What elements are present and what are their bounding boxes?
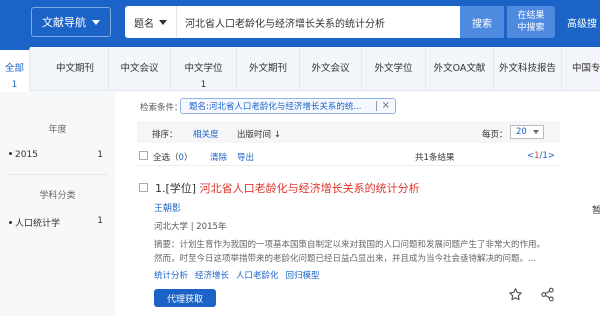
subject-filter-item[interactable]: 人口统计学 1: [9, 216, 103, 229]
year-filter-count: 1: [97, 150, 103, 160]
keyword-link[interactable]: 经济增长: [195, 269, 229, 281]
search-condition-tag[interactable]: 题名:河北省人口老龄化与经济增长关系的统... ×: [180, 98, 396, 114]
tab-label: 外文学位: [374, 63, 413, 74]
divider: [376, 101, 377, 111]
tab-label: 全部: [4, 63, 24, 74]
share-icon[interactable]: [540, 287, 555, 302]
search-field-label: 题名: [134, 18, 154, 30]
result-prefix: 1.[学位]: [155, 182, 200, 195]
keyword-link[interactable]: 人口老龄化: [236, 269, 279, 281]
favorite-star-icon[interactable]: [508, 287, 523, 302]
year-filter-item[interactable]: 2015 1: [9, 150, 103, 160]
resource-type-tabs: 全部 1 中文期刊 中文会议 中文学位 1 外文期刊 外文会议 外文学位 外文O…: [0, 47, 600, 91]
result-checkbox[interactable]: [139, 183, 148, 192]
total-results: 共1条结果: [415, 151, 454, 163]
result-author[interactable]: 王朝影: [154, 201, 181, 214]
tab-label: 外文OA文献: [433, 63, 486, 74]
close-icon[interactable]: ×: [382, 100, 390, 111]
result-title: 1.[学位] 河北省人口老龄化与经济增长关系的统计分析: [155, 180, 420, 196]
advanced-search-link[interactable]: 高级搜: [567, 15, 597, 30]
per-page-value: 20: [516, 127, 527, 137]
search-button[interactable]: 搜索: [460, 6, 504, 38]
tab-chinese-patents[interactable]: 中国专: [562, 47, 600, 91]
sort-by-relevance[interactable]: 相关度: [193, 128, 219, 140]
next-page-button[interactable]: >: [548, 151, 555, 161]
sort-by-publish-time[interactable]: 出版时间 ↓: [237, 128, 281, 140]
subject-filter-count: 1: [97, 216, 103, 226]
search-in-results-line2: 中搜索: [517, 23, 545, 33]
result-keywords: 统计分析 经济增长 人口老龄化 回归模型: [154, 269, 320, 281]
sort-label: 排序：: [152, 130, 178, 140]
keyword-link[interactable]: 回归模型: [286, 269, 320, 281]
subject-filter-label: 人口统计学: [15, 219, 61, 229]
abstract-line: 然而，时至今日这项举措带来的老龄化问题已经日益凸显出来，并且成为当今社会亟待解决…: [154, 254, 537, 264]
abstract-line: 摘要：计划生育作为我国的一项基本国策自制定以来对我国的人口问题和发展问题产生了非…: [154, 240, 546, 250]
tab-foreign-degrees[interactable]: 外文学位: [362, 47, 426, 91]
tab-label: 外文科技报告: [498, 63, 556, 74]
caret-down-icon: [533, 130, 539, 134]
filter-sidebar: 年度 2015 1 学科分类 人口统计学 1: [0, 92, 115, 316]
result-meta: 河北大学 | 2015年: [154, 222, 227, 232]
clear-selection-link[interactable]: 清除: [210, 151, 227, 163]
selection-bar: 全选（0） 清除 导出 共1条结果 <1/1>: [137, 148, 560, 166]
result-abstract: 摘要：计划生育作为我国的一项基本国策自制定以来对我国的人口问题和发展问题产生了非…: [154, 238, 554, 266]
sort-toolbar: 排序： 相关度 出版时间 ↓ 每页： 20: [137, 121, 560, 143]
tab-foreign-conferences[interactable]: 外文会议: [300, 47, 362, 91]
select-all-checkbox[interactable]: [139, 151, 148, 160]
per-page-label: 每页：: [482, 130, 508, 140]
tab-count: 1: [11, 80, 18, 90]
tab-label: 外文期刊: [248, 63, 287, 74]
search-input[interactable]: 河北省人口老龄化与经济增长关系的统计分析: [177, 6, 500, 38]
total-prefix: 共: [415, 153, 424, 163]
search-field-select[interactable]: 题名: [125, 6, 177, 38]
tab-label: 中文学位: [184, 63, 223, 74]
top-search-bar: 文献导航 题名 河北省人口老龄化与经济增长关系的统计分析 搜索 在结果 中搜索 …: [0, 0, 600, 47]
literature-nav-label: 文献导航: [42, 16, 86, 29]
tab-all[interactable]: 全部 1: [0, 47, 30, 91]
tab-foreign-oa[interactable]: 外文OA文献: [426, 47, 494, 91]
tab-count: 1: [200, 80, 207, 90]
chevron-down-icon: [92, 19, 100, 25]
tab-label: 中文期刊: [55, 63, 94, 74]
tab-foreign-tech-reports[interactable]: 外文科技报告: [494, 47, 562, 91]
select-all-label: 全选（0）: [153, 151, 192, 163]
total-pages: /1: [539, 151, 548, 161]
tab-chinese-conferences[interactable]: 中文会议: [109, 47, 171, 91]
tab-label: 外文会议: [311, 63, 350, 74]
tab-label: 中文会议: [120, 63, 159, 74]
search-in-results-line1: 在结果: [517, 11, 545, 21]
tab-label: 中国专: [572, 63, 600, 74]
tab-foreign-journals[interactable]: 外文期刊: [237, 47, 300, 91]
search-in-results-button[interactable]: 在结果 中搜索: [507, 6, 555, 38]
bullet-icon: [9, 221, 12, 224]
export-link[interactable]: 导出: [237, 151, 254, 163]
proxy-fetch-button[interactable]: 代理获取: [154, 289, 216, 307]
tab-chinese-journals[interactable]: 中文期刊: [42, 47, 109, 91]
search-box: 题名 河北省人口老龄化与经济增长关系的统计分析: [125, 6, 500, 38]
pager: <1/1>: [527, 151, 555, 161]
caret-down-icon: [159, 19, 167, 25]
bullet-icon: [9, 152, 12, 155]
right-panel-text: 暂: [592, 206, 600, 216]
per-page-select[interactable]: 20: [510, 125, 544, 139]
search-condition-text: 题名:河北省人口老龄化与经济增长关系的统...: [189, 102, 362, 112]
year-filter-title: 年度: [48, 125, 67, 135]
select-all-close: ）: [183, 153, 193, 163]
divider: [8, 174, 108, 175]
literature-nav-button[interactable]: 文献导航: [31, 7, 111, 37]
tab-chinese-degrees[interactable]: 中文学位 1: [171, 47, 237, 91]
result-title-link[interactable]: 河北省人口老龄化与经济增长关系的统计分析: [200, 182, 420, 195]
select-all-text: 全选（: [153, 153, 179, 163]
total-suffix: 条结果: [428, 153, 455, 163]
search-conditions-label: 检索条件：: [140, 103, 183, 113]
keyword-link[interactable]: 统计分析: [154, 269, 188, 281]
year-filter-label: 2015: [15, 150, 38, 160]
subject-filter-title: 学科分类: [39, 191, 76, 201]
